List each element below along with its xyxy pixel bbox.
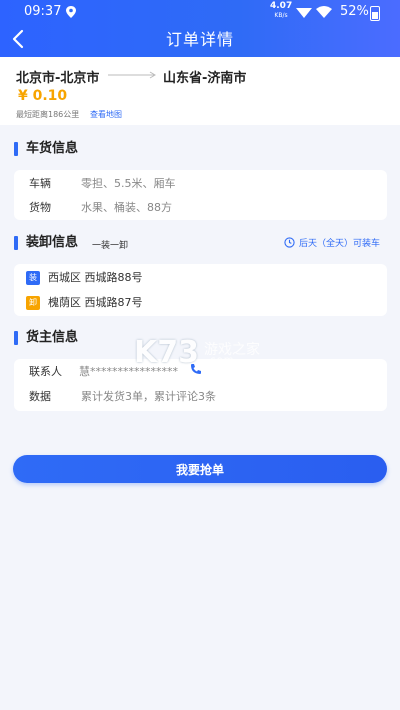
- network-speed-value: 4.07: [270, 1, 293, 11]
- goods-label: 货物: [29, 201, 51, 214]
- owner-section-title: 货主信息: [14, 330, 78, 346]
- data-row: 数据 累计发货3单，累计评论3条: [29, 390, 216, 404]
- route-card: 北京市-北京市 山东省-济南市 ¥ 0.10 最短距离186公里 查看地图: [0, 57, 400, 125]
- app-header: 09:37 4.07 KB/s 52% 订单详情: [0, 0, 400, 57]
- goods-value: 水果、桶装、88方: [81, 201, 172, 214]
- loading-card: 装西城区 西城路88号 卸槐荫区 西城路87号: [14, 264, 387, 316]
- status-time: 09:37: [24, 4, 62, 19]
- signal-icon: [296, 8, 312, 18]
- page-title: 订单详情: [165, 30, 234, 49]
- goods-row: 货物 水果、桶装、88方: [29, 201, 172, 215]
- vehicle-label: 车辆: [29, 177, 51, 190]
- load-tag: 装: [26, 271, 40, 285]
- loading-section-title: 装卸信息: [14, 235, 78, 251]
- route-arrow-icon: [108, 71, 156, 79]
- data-label: 数据: [29, 390, 51, 403]
- loading-mode: 一装一卸: [92, 241, 129, 251]
- load-address-row: 装西城区 西城路88号: [26, 271, 143, 285]
- view-map-link[interactable]: 查看地图: [90, 109, 122, 120]
- network-speed-unit: KB/s: [274, 12, 288, 19]
- cargo-card: 车辆 零担、5.5米、厢车 货物 水果、桶装、88方: [14, 170, 387, 220]
- network-speed: 4.07 KB/s: [270, 2, 292, 20]
- cargo-section-title: 车货信息: [14, 141, 78, 157]
- vehicle-row: 车辆 零担、5.5米、厢车: [29, 177, 176, 191]
- order-price: ¥ 0.10: [18, 88, 68, 104]
- unload-address-row: 卸槐荫区 西城路87号: [26, 296, 143, 310]
- status-bar: 09:37 4.07 KB/s 52%: [0, 0, 400, 24]
- load-address: 西城区 西城路88号: [48, 271, 143, 284]
- battery-percent: 52%: [340, 4, 369, 19]
- watermark-sub: .com: [206, 355, 235, 366]
- unload-address: 槐荫区 西城路87号: [48, 296, 143, 309]
- loading-time: 后天（全天）可装车: [284, 236, 380, 249]
- unload-tag: 卸: [26, 296, 40, 310]
- route-destination: 山东省-济南市: [163, 71, 247, 86]
- grab-order-button[interactable]: 我要抢单: [13, 455, 387, 483]
- route-origin: 北京市-北京市: [16, 71, 100, 86]
- contact-label: 联系人: [29, 365, 62, 378]
- location-icon: [66, 6, 76, 18]
- loading-time-text: 后天（全天）可装车: [299, 239, 381, 249]
- site-watermark: K73 游戏之家 .com: [134, 335, 264, 375]
- route-distance: 最短距离186公里: [16, 110, 80, 119]
- watermark-logo: K73: [134, 335, 199, 370]
- data-value: 累计发货3单，累计评论3条: [81, 390, 216, 403]
- battery-icon: [370, 6, 380, 21]
- wifi-icon: [316, 6, 332, 18]
- vehicle-value: 零担、5.5米、厢车: [81, 177, 176, 190]
